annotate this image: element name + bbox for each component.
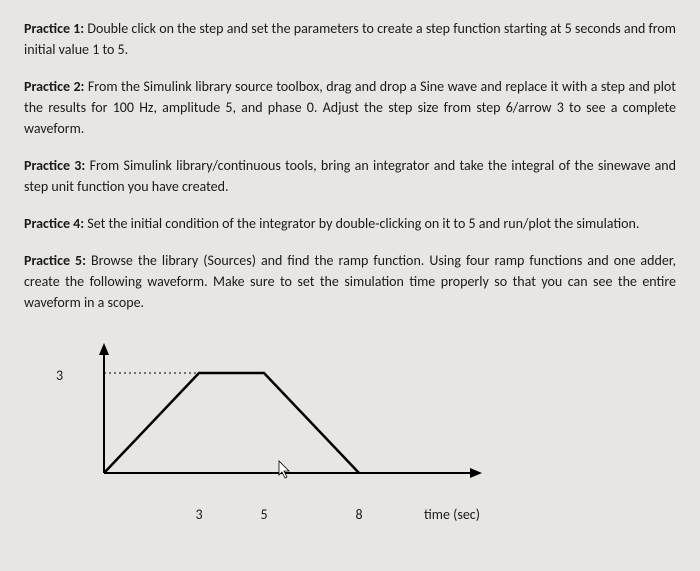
x-axis-label: time (sec) xyxy=(424,504,480,525)
practice-4-label: Practice 4: xyxy=(24,215,84,232)
practice-1-label: Practice 1: xyxy=(24,20,84,37)
practice-5: Practice 5: Browse the library (Sources)… xyxy=(24,250,676,313)
practice-2: Practice 2: From the Simulink library so… xyxy=(24,76,676,139)
practice-1-text: Double click on the step and set the par… xyxy=(24,20,676,58)
practice-2-label: Practice 2: xyxy=(24,78,84,95)
practice-3: Practice 3: From Simulink library/contin… xyxy=(24,155,676,197)
practice-1: Practice 1: Double click on the step and… xyxy=(24,18,676,60)
waveform-chart: 3 3 5 8 time (sec) xyxy=(74,343,574,503)
practice-5-text: Browse the library (Sources) and find th… xyxy=(24,252,676,311)
cursor-icon xyxy=(279,461,289,478)
chart-svg xyxy=(74,343,574,503)
x-tick-5: 5 xyxy=(260,504,267,525)
practice-3-text: From Simulink library/continuous tools, … xyxy=(24,157,676,195)
practice-5-label: Practice 5: xyxy=(24,252,86,269)
x-tick-8: 8 xyxy=(355,504,362,525)
practice-4: Practice 4: Set the initial condition of… xyxy=(24,213,676,234)
x-tick-3: 3 xyxy=(195,504,202,525)
y-tick-3: 3 xyxy=(56,365,63,386)
practice-3-label: Practice 3: xyxy=(24,157,85,174)
practice-2-text: From the Simulink library source toolbox… xyxy=(24,78,676,137)
practice-4-text: Set the initial condition of the integra… xyxy=(84,215,639,232)
